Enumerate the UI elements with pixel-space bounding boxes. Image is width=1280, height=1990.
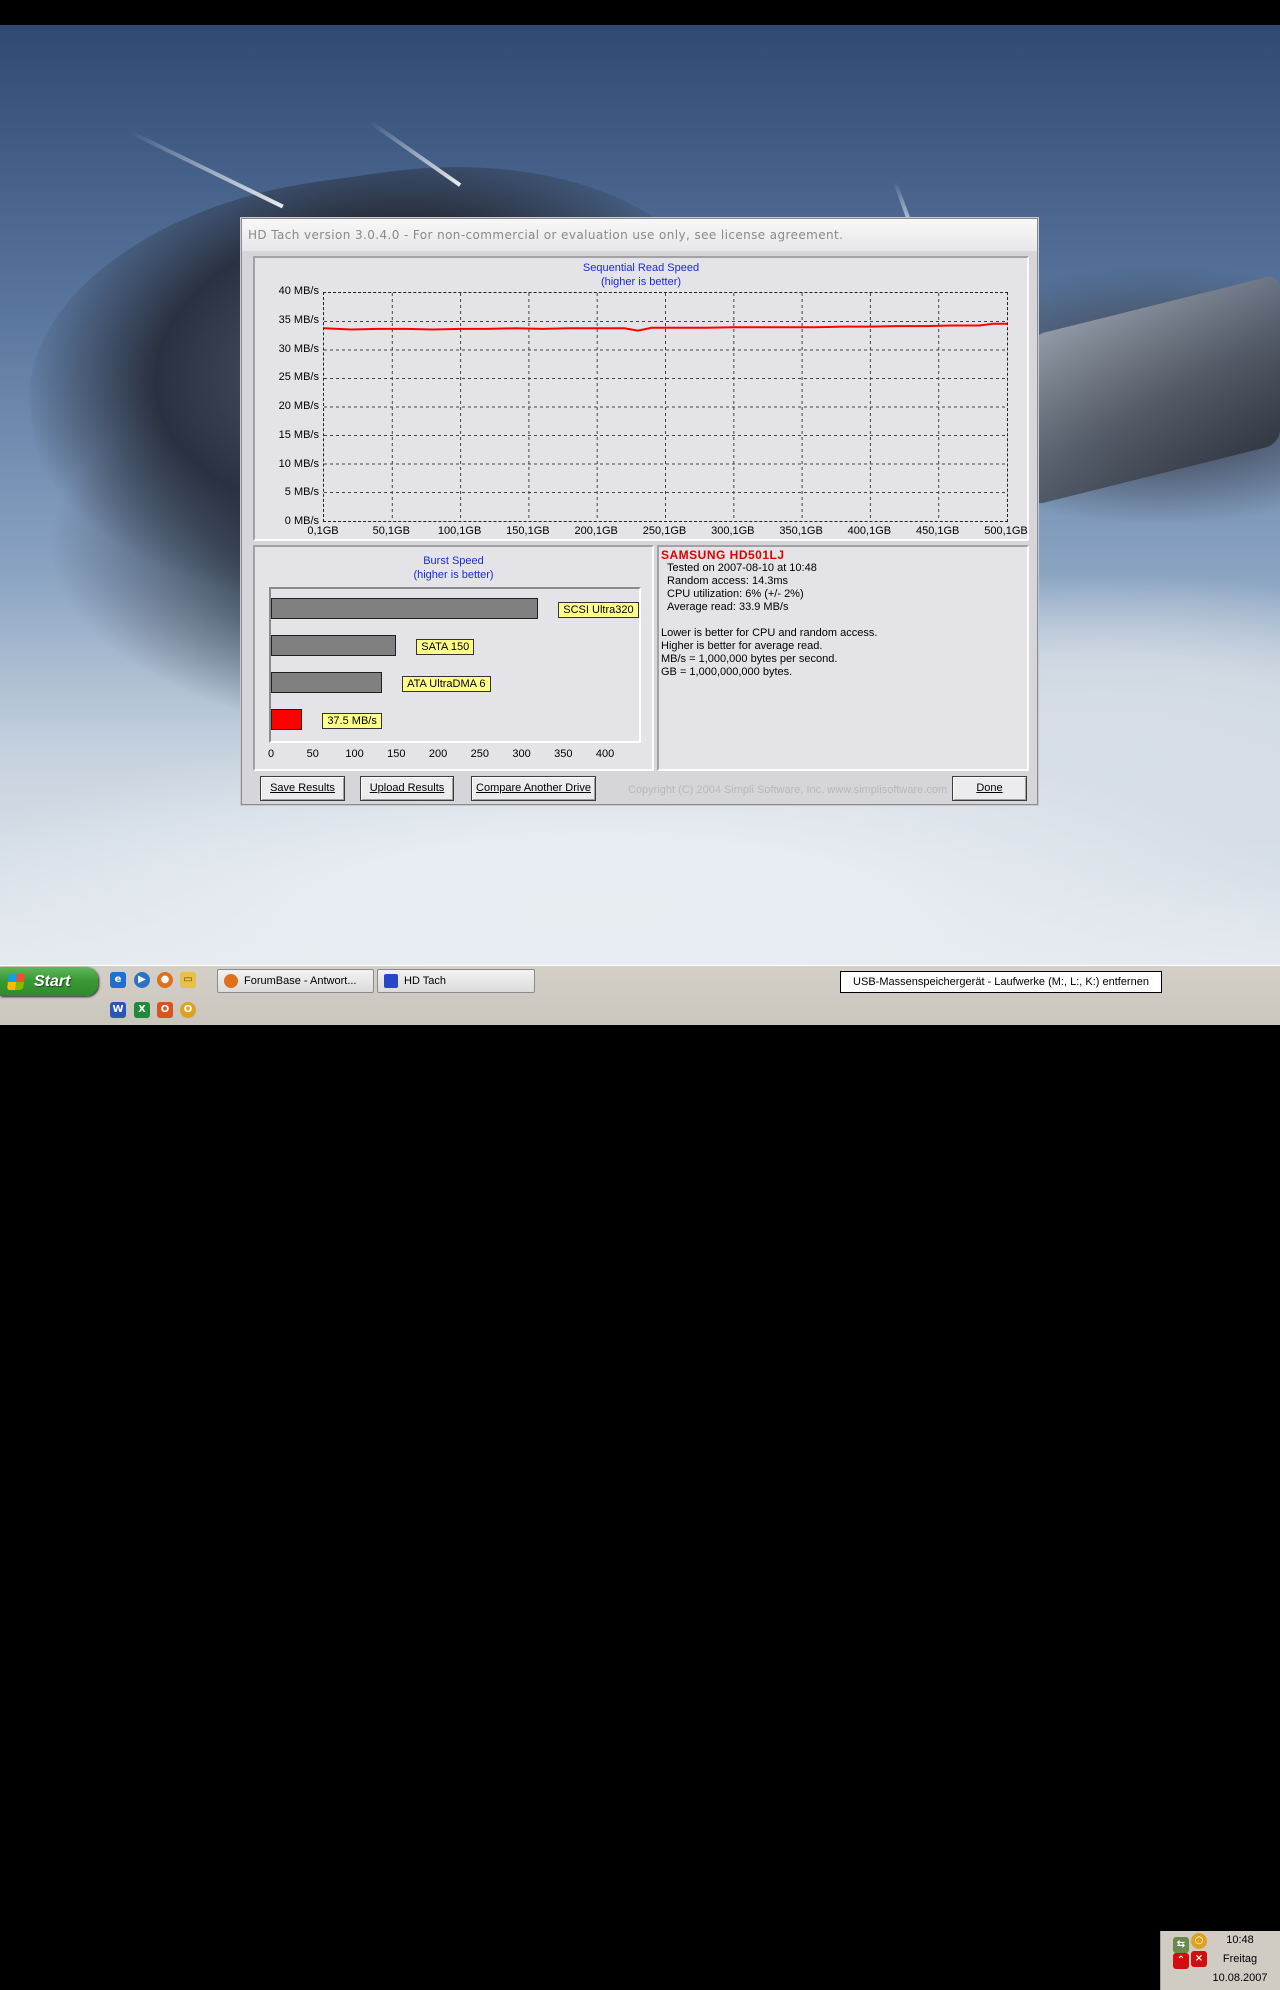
usb-eject-tooltip: USB-Massenspeichergerät - Laufwerke (M:,… <box>840 971 1162 993</box>
burst-bar-label: ATA UltraDMA 6 <box>402 676 491 692</box>
burst-x-tick-label: 50 <box>306 748 319 760</box>
burst-bar-label: 37.5 MB/s <box>322 713 382 729</box>
random-access: Random access: 14.3ms <box>667 575 789 587</box>
seq-y-tick-label: 15 MB/s <box>278 428 319 441</box>
info-note: Higher is better for average read. <box>661 640 823 652</box>
burst-bar <box>271 598 539 619</box>
burst-x-tick-label: 0 <box>267 748 275 760</box>
done-button[interactable]: Done <box>952 776 1027 801</box>
upload-results-button[interactable]: Upload Results <box>360 776 454 801</box>
ie-icon[interactable]: e <box>110 972 126 988</box>
burst-x-tick-label: 300 <box>512 748 531 760</box>
copyright-text: Copyright (C) 2004 Simpli Software, Inc.… <box>628 784 948 796</box>
burst-speed-panel: Burst Speed (higher is better) SCSI Ultr… <box>253 545 654 771</box>
windows-logo-icon <box>6 974 26 990</box>
seq-y-tick-label: 20 MB/s <box>278 400 319 412</box>
start-label: Start <box>34 973 71 990</box>
burst-plot-area: SCSI Ultra320 SATA 150 ATA UltraDMA 6 37.5 … <box>269 587 641 743</box>
taskbar-button-hdtach[interactable]: HD Tach <box>377 969 535 993</box>
word-icon[interactable]: W <box>110 1002 126 1018</box>
firefox-icon[interactable]: ● <box>157 972 173 988</box>
firefox-icon <box>224 974 238 988</box>
seq-y-tick-label: 35 MB/s <box>278 313 319 326</box>
media-player-icon[interactable]: ▶ <box>134 972 150 988</box>
info-note: GB = 1,000,000,000 bytes. <box>661 666 793 678</box>
seq-x-tick-label: 500,1GB <box>984 525 1028 537</box>
seq-y-tick-label: 10 MB/s <box>278 457 319 470</box>
wallpaper-ship-wing <box>1030 273 1280 507</box>
seq-chart-subtitle: (higher is better) <box>600 276 682 288</box>
tested-date: Tested on 2007-08-10 at 10:48 <box>667 562 817 574</box>
compare-drive-label: Compare Another Drive <box>476 782 591 794</box>
opera-icon[interactable]: O <box>180 1002 196 1018</box>
cpu-utilization: CPU utilization: 6% (+/- 2%) <box>667 588 804 600</box>
hdtach-window: HD Tach version 3.0.4.0 - For non-commer… <box>241 218 1038 805</box>
burst-bar <box>271 672 383 693</box>
system-tray: ⇆ ⌃ ○ ⨯ 10:48 Freitag 10.08.2007 <box>1160 1931 1280 1990</box>
clock-day: Freitag <box>1222 1953 1258 1965</box>
antivirus-icon[interactable]: ⌃ <box>1173 1953 1189 1969</box>
upload-results-label: Upload Results <box>369 782 445 794</box>
average-read: Average read: 33.9 MB/s <box>667 601 789 613</box>
seq-x-tick-label: 50,1GB <box>372 525 410 537</box>
seq-y-tick-label: 5 MB/s <box>284 486 319 499</box>
drive-name: SAMSUNG HD501LJ <box>661 548 785 562</box>
wallpaper-spike <box>129 130 284 209</box>
seq-plot-area <box>323 292 1008 522</box>
burst-bar <box>271 709 303 730</box>
hdtach-icon <box>384 974 398 988</box>
clock-date: 10.08.2007 <box>1212 1972 1268 1984</box>
burst-chart-subtitle: (higher is better) <box>413 569 494 581</box>
seq-x-tick-label: 250,1GB <box>642 525 687 537</box>
seq-x-tick-label: 300,1GB <box>711 525 755 537</box>
done-label: Done <box>976 782 1003 794</box>
seq-x-tick-label: 450,1GB <box>915 525 960 537</box>
burst-bar-label: SCSI Ultra320 <box>558 602 639 618</box>
save-results-label: Save Results <box>270 782 335 794</box>
start-button[interactable]: Start <box>0 967 98 996</box>
taskbar-button-forumbase[interactable]: ForumBase - Antwort... <box>217 969 374 993</box>
seq-chart-title: Sequential Read Speed <box>582 262 700 274</box>
compare-drive-button[interactable]: Compare Another Drive <box>471 776 596 801</box>
excel-icon[interactable]: X <box>134 1002 150 1018</box>
drive-info-panel: SAMSUNG HD501LJ Tested on 2007-08-10 at … <box>657 545 1029 771</box>
burst-x-tick-label: 250 <box>470 748 489 760</box>
sequential-read-panel: Sequential Read Speed (higher is better)… <box>253 256 1029 541</box>
burst-x-tick-label: 200 <box>428 748 448 760</box>
burst-x-tick-label: 400 <box>595 748 615 760</box>
info-note: Lower is better for CPU and random acces… <box>661 627 878 639</box>
burst-bar <box>271 635 397 656</box>
office-icon[interactable]: O <box>157 1002 173 1018</box>
seq-chart-svg <box>324 293 1007 521</box>
burst-x-tick-label: 350 <box>554 748 573 760</box>
seq-y-tick-label: 25 MB/s <box>278 371 319 384</box>
burst-chart-title: Burst Speed <box>423 555 484 567</box>
seq-x-tick-label: 400,1GB <box>847 525 892 537</box>
burst-x-tick-label: 150 <box>387 748 406 760</box>
seq-x-tick-label: 100,1GB <box>437 525 482 537</box>
top-bar <box>0 0 1280 25</box>
task-label: HD Tach <box>404 975 446 987</box>
seq-x-tick-label: 350,1GB <box>779 525 823 537</box>
save-results-button[interactable]: Save Results <box>260 776 345 801</box>
seq-y-tick-label: 40 MB/s <box>278 285 319 297</box>
task-label: ForumBase - Antwort... <box>244 975 357 987</box>
folder-icon[interactable]: ▭ <box>180 972 196 988</box>
info-note: MB/s = 1,000,000 bytes per second. <box>661 653 838 665</box>
clock-time[interactable]: 10:48 <box>1205 1934 1275 1946</box>
seq-y-tick-label: 30 MB/s <box>278 342 319 355</box>
seq-x-tick-label: 0,1GB <box>307 525 339 537</box>
seq-x-tick-label: 150,1GB <box>506 525 550 537</box>
usb-device-icon[interactable]: ⇆ <box>1173 1937 1189 1953</box>
seq-x-tick-label: 200,1GB <box>574 525 618 537</box>
burst-x-tick-label: 100 <box>345 748 364 760</box>
window-title[interactable]: HD Tach version 3.0.4.0 - For non-commer… <box>242 219 1037 251</box>
burst-bar-label: SATA 150 <box>416 639 475 655</box>
